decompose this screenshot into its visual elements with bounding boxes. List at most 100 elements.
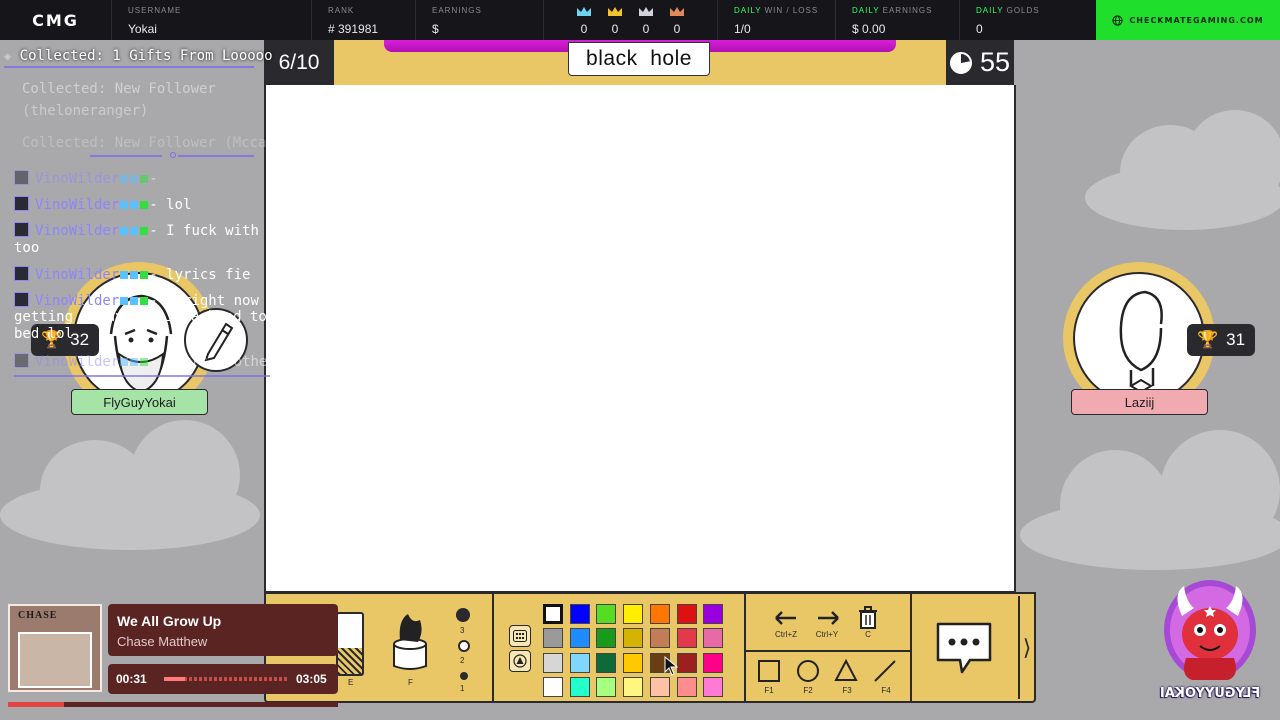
- palette-grid-button[interactable]: [509, 625, 531, 647]
- color-swatch[interactable]: [596, 652, 617, 673]
- username-stat: USERNAME Yokai: [112, 0, 312, 40]
- daily-golds-value: 0: [976, 22, 983, 36]
- palette-grid-icon: [513, 630, 527, 642]
- rank-stat: RANK # 391981: [312, 0, 416, 40]
- chat-message: VinoWilder -: [14, 170, 158, 187]
- color-swatch[interactable]: [676, 604, 697, 624]
- color-swatch[interactable]: [569, 628, 590, 649]
- fill-bucket-tool[interactable]: [390, 610, 430, 677]
- crown-stat-3: 0: [636, 6, 656, 36]
- daily-earnings-value: $ 0.00: [852, 22, 886, 36]
- triangle-tool[interactable]: [834, 658, 858, 683]
- chat-message: VinoWilder - I fuck with this: [14, 222, 301, 239]
- toolbar-divider: [492, 594, 494, 701]
- color-swatch[interactable]: [703, 628, 724, 649]
- user-icon: [14, 353, 29, 368]
- rank-label: RANK: [328, 6, 355, 15]
- daily-earnings-label: DAILY EARNINGS: [852, 6, 933, 15]
- checkmate-gaming-link[interactable]: CHECKMATEGAMING.COM: [1096, 0, 1280, 40]
- daily-win-loss-value: 1/0: [734, 22, 751, 36]
- color-swatch[interactable]: [543, 628, 563, 649]
- color-swatch[interactable]: [569, 604, 590, 624]
- brush-size-large[interactable]: [456, 608, 470, 622]
- color-swatch[interactable]: [623, 676, 644, 697]
- song-duration: 03:05: [296, 672, 327, 686]
- color-swatch[interactable]: [649, 628, 670, 649]
- color-swatch[interactable]: [543, 676, 563, 697]
- line-key: F4: [881, 686, 891, 695]
- crown-count: 0: [642, 22, 650, 36]
- color-swatch[interactable]: [596, 676, 617, 697]
- undo-icon: [775, 611, 796, 625]
- color-swatch[interactable]: [623, 628, 644, 649]
- color-swatch[interactable]: [703, 652, 724, 673]
- stream-chat-overlay: ◈ Collected: 1 Gifts From Looooo Collect…: [0, 40, 360, 380]
- crown-count: 0: [673, 22, 681, 36]
- trash-icon: [859, 606, 877, 629]
- crown-icon: [639, 7, 653, 16]
- line-tool[interactable]: [873, 659, 897, 683]
- earnings-label: EARNINGS: [432, 6, 482, 15]
- color-swatch[interactable]: [623, 652, 644, 673]
- color-swatch[interactable]: [676, 676, 697, 697]
- chat-message: VinoWilder - alright now I'm: [14, 292, 293, 309]
- color-picker-button[interactable]: [509, 650, 531, 672]
- expand-toolbar-button[interactable]: ⟩: [1018, 596, 1034, 699]
- color-swatch[interactable]: [703, 604, 724, 624]
- chat-alert: Collected: New Follower (Mccallan15): [22, 135, 326, 151]
- playback-progress: [164, 677, 288, 681]
- crown-stat-2: 0: [605, 6, 625, 36]
- username-label: USERNAME: [128, 6, 182, 15]
- color-swatch[interactable]: [543, 604, 563, 624]
- chat-button[interactable]: [934, 620, 994, 676]
- user-icon: [14, 196, 29, 211]
- color-swatch[interactable]: [543, 652, 563, 673]
- color-swatch[interactable]: [569, 652, 590, 673]
- globe-icon: [1112, 14, 1124, 26]
- color-swatch[interactable]: [676, 652, 697, 673]
- size-label: 1: [460, 684, 465, 693]
- color-swatch[interactable]: [649, 676, 670, 697]
- brush-size-medium[interactable]: [458, 640, 470, 652]
- crown-icon: [608, 7, 622, 16]
- toolbar-divider: [746, 650, 910, 652]
- fill-key: F: [408, 678, 413, 687]
- color-swatch[interactable]: [649, 604, 670, 624]
- round-timer: 55: [946, 40, 1014, 85]
- brush-size-small[interactable]: [460, 672, 468, 680]
- size-label: 2: [460, 656, 465, 665]
- eraser-tool[interactable]: [336, 612, 364, 676]
- color-swatch[interactable]: [569, 676, 590, 697]
- streamer-mascot-logo: FLYGUYYOKAI: [1160, 576, 1260, 708]
- daily-golds-stat: DAILY GOLDS 0: [960, 0, 1082, 40]
- paint-bucket-icon: [393, 614, 427, 670]
- speech-bubble-icon: [936, 622, 992, 674]
- cloud-decor: [0, 420, 260, 550]
- clear-button[interactable]: [858, 606, 878, 630]
- color-swatch[interactable]: [623, 604, 644, 624]
- drawing-canvas[interactable]: [264, 85, 1016, 593]
- crown-count: 0: [580, 22, 588, 36]
- chat-alert: Collected: New Follower: [22, 81, 216, 97]
- checkmate-gaming-label: CHECKMATEGAMING.COM: [1129, 15, 1264, 25]
- player-name-text: Laziij: [1124, 394, 1155, 410]
- rank-value: # 391981: [328, 22, 379, 36]
- chat-message-continued: bed lol: [14, 326, 74, 342]
- cloud-decor: [1020, 430, 1280, 570]
- chat-message-continued: too: [14, 240, 40, 256]
- trophy-icon: 🏆: [1197, 330, 1219, 349]
- color-swatch[interactable]: [703, 676, 724, 697]
- circle-tool[interactable]: [797, 660, 819, 682]
- clear-key: C: [865, 630, 871, 639]
- color-swatch[interactable]: [596, 604, 617, 624]
- eraser-key: E: [348, 678, 354, 687]
- user-icon: [14, 292, 29, 307]
- chat-alert: (theloneranger): [22, 103, 149, 119]
- timer-value: 55: [979, 47, 1011, 77]
- color-swatch[interactable]: [596, 628, 617, 649]
- rectangle-tool[interactable]: [758, 660, 780, 682]
- size-label: 3: [460, 626, 465, 635]
- color-swatch[interactable]: [676, 628, 697, 649]
- undo-key: Ctrl+Z: [775, 630, 797, 639]
- cmg-logo: CMG: [0, 0, 112, 40]
